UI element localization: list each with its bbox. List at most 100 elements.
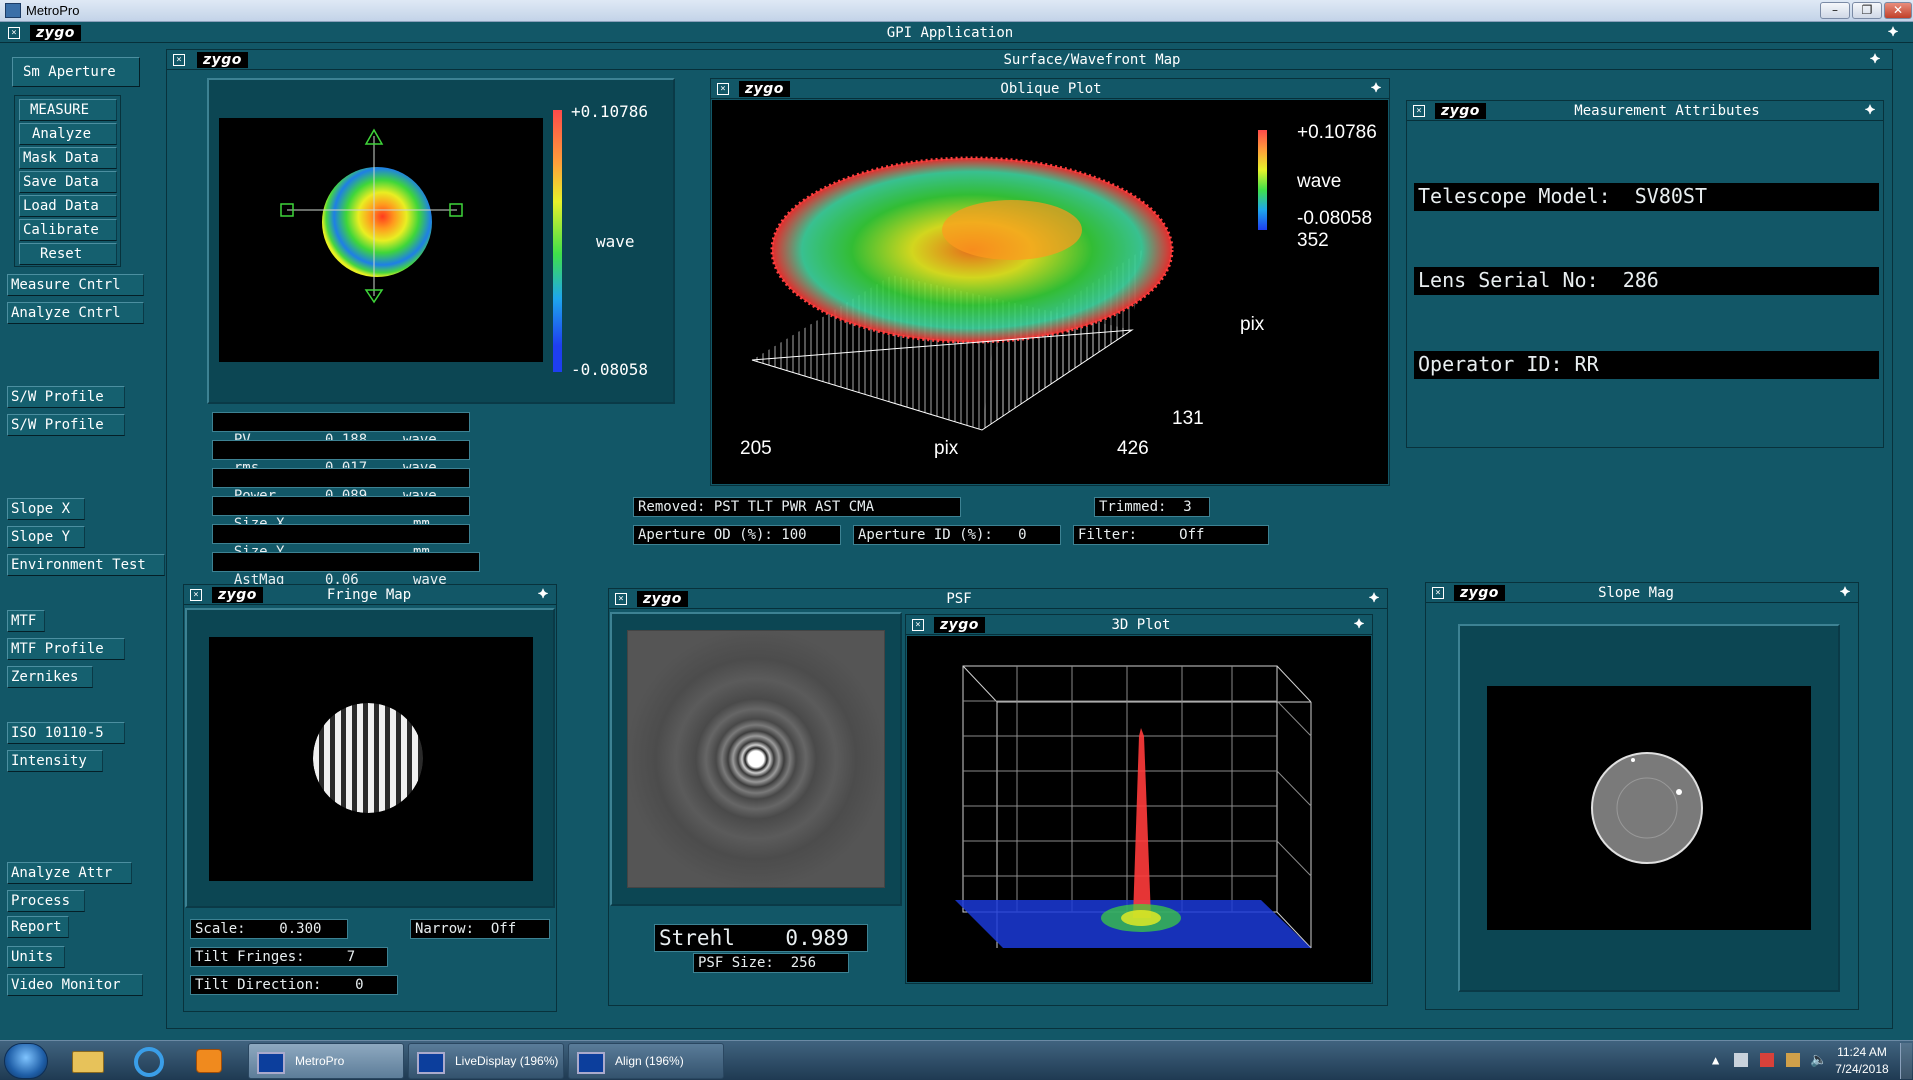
intensity-button[interactable]: Intensity xyxy=(7,750,103,772)
operator-id-field: Operator ID: RR xyxy=(1414,351,1879,379)
process-button[interactable]: Process xyxy=(7,890,85,912)
app-title: GPI Application xyxy=(886,25,1014,41)
maximize-button[interactable]: ❐ xyxy=(1852,2,1882,19)
close-box-icon[interactable]: × xyxy=(190,589,202,601)
mask-data-button[interactable]: Mask Data xyxy=(19,147,117,169)
3d-plot-title: 3D Plot xyxy=(1111,617,1171,633)
close-box-icon[interactable]: × xyxy=(1432,587,1444,599)
psf-peak xyxy=(1133,728,1151,918)
pin-icon[interactable]: ⯌ xyxy=(538,586,549,602)
close-box-icon[interactable]: × xyxy=(912,619,924,631)
video-monitor-button[interactable]: Video Monitor xyxy=(7,974,143,996)
scale-field[interactable]: Scale: 0.300 xyxy=(190,919,348,939)
close-box-icon[interactable]: × xyxy=(717,83,729,95)
slope-svg xyxy=(1591,752,1703,864)
report-button[interactable]: Report xyxy=(7,916,69,938)
slope-title: Slope Mag xyxy=(1598,585,1674,601)
oblique-x-left: 205 xyxy=(740,438,772,459)
3d-plot-canvas[interactable] xyxy=(907,636,1371,982)
psf-image[interactable] xyxy=(627,630,885,888)
taskbar-livedisplay[interactable]: LiveDisplay (196%) xyxy=(408,1043,564,1079)
tilt-direction-field[interactable]: Tilt Direction: 0 xyxy=(190,975,398,995)
pin-icon[interactable]: ⯌ xyxy=(1865,102,1876,118)
oblique-title: Oblique Plot xyxy=(1000,81,1102,97)
oblique-axis-x-label: pix xyxy=(934,438,959,459)
tray-expand-icon[interactable]: ▲ xyxy=(1712,1053,1719,1067)
oblique-plot-canvas[interactable] xyxy=(712,100,1388,484)
save-data-button[interactable]: Save Data xyxy=(19,171,117,193)
pin-icon[interactable]: ⯌ xyxy=(1371,80,1382,96)
clock-time[interactable]: 11:24 AM xyxy=(1832,1045,1892,1059)
removed-field: Removed: PST TLT PWR AST CMA xyxy=(633,497,961,517)
slope-titlebar: × zygo Slope Mag ⯌ xyxy=(1426,583,1858,603)
measurement-titlebar: × zygo Measurement Attributes ⯌ xyxy=(1407,101,1883,121)
slope-y-button[interactable]: Slope Y xyxy=(7,526,85,548)
zygo-logo: zygo xyxy=(637,591,688,607)
analyze-attr-button[interactable]: Analyze Attr xyxy=(7,862,132,884)
action-center-icon[interactable] xyxy=(1760,1053,1774,1067)
network-icon[interactable] xyxy=(1786,1053,1800,1067)
slope-mag-canvas[interactable] xyxy=(1487,686,1811,930)
media-player-icon[interactable] xyxy=(196,1049,222,1073)
close-box-icon[interactable]: × xyxy=(615,593,627,605)
folder-icon[interactable] xyxy=(72,1051,104,1073)
analyze-cntrl-button[interactable]: Analyze Cntrl xyxy=(7,302,144,324)
environment-test-button[interactable]: Environment Test xyxy=(7,554,165,576)
show-desktop-button[interactable] xyxy=(1900,1043,1912,1079)
oblique-titlebar: × zygo Oblique Plot ⯌ xyxy=(711,79,1389,99)
analyze-button[interactable]: Analyze xyxy=(19,123,117,145)
mtf-profile-button[interactable]: MTF Profile xyxy=(7,638,125,660)
sw-profile-button-2[interactable]: S/W Profile xyxy=(7,414,125,436)
oblique-color-scale xyxy=(1258,130,1267,230)
surface-map-canvas[interactable] xyxy=(219,118,543,362)
fringe-svg xyxy=(313,703,423,813)
measure-cntrl-button[interactable]: Measure Cntrl xyxy=(7,274,144,296)
stat-rms: rms0.017wave xyxy=(212,440,470,476)
start-button[interactable] xyxy=(4,1043,48,1079)
slope-x-button[interactable]: Slope X xyxy=(7,498,85,520)
zygo-logo: zygo xyxy=(212,587,263,603)
clock-date[interactable]: 7/24/2018 xyxy=(1832,1062,1892,1076)
close-box-icon[interactable]: × xyxy=(1413,105,1425,117)
oblique-axis-y-label: pix xyxy=(1240,314,1265,335)
stat-power: Power0.089wave xyxy=(212,468,470,504)
sm-aperture-button[interactable]: Sm Aperture xyxy=(12,57,140,87)
zygo-logo: zygo xyxy=(30,25,81,41)
volume-icon[interactable]: 🔈 xyxy=(1810,1052,1827,1068)
taskbar-metropro[interactable]: MetroPro xyxy=(248,1043,404,1079)
taskbar-align[interactable]: Align (196%) xyxy=(568,1043,724,1079)
close-button[interactable]: ✕ xyxy=(1884,2,1912,19)
close-box-icon[interactable]: × xyxy=(8,27,20,39)
close-box-icon[interactable]: × xyxy=(173,54,185,66)
reset-button[interactable]: Reset xyxy=(19,243,117,265)
app-icon xyxy=(5,3,21,18)
zygo-logo: zygo xyxy=(739,81,790,97)
surface-map-title: Surface/Wavefront Map xyxy=(1003,52,1181,68)
fringe-map-canvas[interactable] xyxy=(209,637,533,881)
zygo-logo: zygo xyxy=(197,52,248,68)
pin-icon[interactable]: ⯌ xyxy=(1870,51,1881,67)
zygo-logo: zygo xyxy=(1454,585,1505,601)
pin-icon[interactable]: ⯌ xyxy=(1354,616,1365,632)
iso-10110-5-button[interactable]: ISO 10110-5 xyxy=(7,722,125,744)
zernikes-button[interactable]: Zernikes xyxy=(7,666,93,688)
pin-icon[interactable]: ⯌ xyxy=(1888,24,1899,40)
mtf-button[interactable]: MTF xyxy=(7,610,45,632)
oblique-scale-max: +0.10786 xyxy=(1297,122,1377,143)
pin-icon[interactable]: ⯌ xyxy=(1840,584,1851,600)
units-button[interactable]: Units xyxy=(7,946,65,968)
internet-explorer-icon[interactable] xyxy=(134,1047,164,1077)
tilt-fringes-field[interactable]: Tilt Fringes: 7 xyxy=(190,947,388,967)
narrow-field[interactable]: Narrow: Off xyxy=(410,919,550,939)
measure-button[interactable]: MEASURE xyxy=(19,99,117,121)
load-data-button[interactable]: Load Data xyxy=(19,195,117,217)
printer-icon[interactable] xyxy=(1734,1053,1748,1067)
pin-icon[interactable]: ⯌ xyxy=(1369,590,1380,606)
surface-scale-max: +0.10786 xyxy=(571,102,649,121)
sw-profile-button-1[interactable]: S/W Profile xyxy=(7,386,125,408)
minimize-button[interactable]: – xyxy=(1820,2,1850,19)
psf-size-field[interactable]: PSF Size: 256 xyxy=(693,953,849,973)
calibrate-button[interactable]: Calibrate xyxy=(19,219,117,241)
stat-size-y: Size Ymm xyxy=(212,524,470,560)
stat-pv: PV0.188wave xyxy=(212,412,470,448)
